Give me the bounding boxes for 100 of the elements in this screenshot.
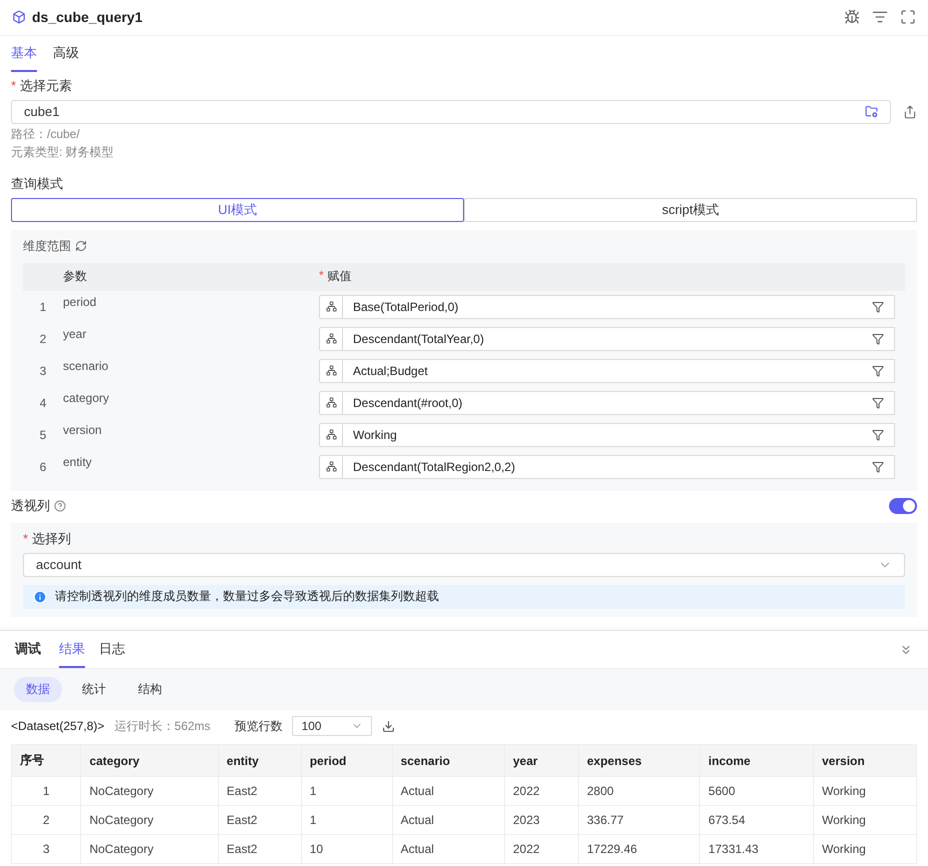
field-label: 透视列 [11,498,50,514]
column-header: expenses [578,744,700,776]
table-cell: 5600 [700,776,814,806]
fullscreen-icon[interactable] [900,9,916,26]
table-cell: 2022 [504,834,578,864]
dataset-label: <Dataset(257,8)> [11,719,104,733]
mode-option[interactable]: UI模式 [11,198,464,222]
mode-option[interactable]: script模式 [464,198,917,222]
column-header: scenario [392,744,504,776]
field-label: 查询模式 [11,176,63,192]
filter-icon[interactable] [872,396,884,409]
filter-icon[interactable] [872,300,884,313]
param-name: year [63,326,88,341]
table-cell: 2022 [504,776,578,806]
row-number: 3 [38,364,48,378]
param-name: version [63,422,103,437]
sub-tab[interactable]: 结构 [126,677,174,702]
row-number: 1 [38,300,48,314]
param-name: scenario [63,358,110,373]
member-button[interactable] [319,390,343,415]
table-cell: NoCategory [80,776,218,806]
table-cell: 10 [301,834,392,864]
table-cell: 1 [12,776,81,806]
section-title: 维度范围 [23,238,71,255]
param-name: entity [63,454,93,469]
table-cell: 17331.43 [700,834,814,864]
table-cell: 336.77 [578,806,700,834]
table-cell: NoCategory [80,806,218,834]
element-field[interactable]: cube1 [11,100,891,124]
table-cell: 2 [12,806,81,834]
member-button[interactable] [319,294,343,319]
table-cell: 2023 [504,806,578,834]
table-cell: 17229.46 [578,834,700,864]
hierarchy-icon [326,397,336,408]
table-cell: Working [814,776,916,806]
type-text: 元素类型: 财务模型 [11,144,115,160]
table-cell: East2 [218,776,302,806]
column-select[interactable]: account [23,552,905,577]
table-cell: 673.54 [700,806,814,834]
expression-field[interactable]: Actual;Budget [343,358,895,383]
hierarchy-icon [326,429,336,440]
filter-icon[interactable] [872,364,884,377]
member-button[interactable] [319,454,343,479]
required-mark: * [319,268,324,284]
member-button[interactable] [319,422,343,447]
help-icon[interactable] [54,500,66,512]
share-icon[interactable] [903,104,917,119]
column-header: entity [218,744,302,776]
preview-select[interactable]: 100 [292,716,372,736]
expression-field[interactable]: Working [343,422,895,447]
notice-text: 请控制透视列的维度成员数量，数量过多会导致透视后的数据集列数超载 [55,588,439,606]
hierarchy-icon [326,461,336,472]
required-mark: * [11,78,16,94]
table-cell: East2 [218,806,302,834]
column-header: version [814,744,916,776]
field-label: 选择元素 [20,78,72,94]
expression-field[interactable]: Descendant(TotalYear,0) [343,326,895,351]
filter-icon[interactable] [872,428,884,441]
hierarchy-icon [326,333,336,344]
expression-field[interactable]: Descendant(TotalRegion2,0,2) [343,454,895,479]
cube-icon [12,10,26,24]
table-cell: Actual [392,834,504,864]
param-name: category [63,390,110,405]
tab[interactable]: 高级 [53,36,79,72]
filter-icon[interactable] [872,460,884,473]
table-cell: Working [814,806,916,834]
column-header: income [700,744,814,776]
sub-tab[interactable]: 统计 [70,677,118,702]
required-mark: * [23,530,28,547]
column-header: period [301,744,392,776]
table-cell: 3 [12,834,81,864]
row-number: 6 [38,460,48,474]
tab[interactable]: 基本 [11,36,37,72]
param-name: period [63,294,98,309]
runtime-text: 运行时长：562ms [114,718,210,734]
table-cell: Working [814,834,916,864]
member-button[interactable] [319,358,343,383]
toggle-switch[interactable] [889,498,917,514]
member-button[interactable] [319,326,343,351]
preview-label: 预览行数 [234,718,282,734]
hierarchy-icon [326,365,336,376]
refresh-icon[interactable] [75,240,87,252]
table-cell: East2 [218,834,302,864]
bug-icon[interactable] [844,9,860,26]
column-header: year [504,744,578,776]
table-cell: NoCategory [80,834,218,864]
column-header: category [80,744,218,776]
download-icon[interactable] [382,720,396,732]
tab[interactable]: 调试 [15,631,41,668]
path-text: 路径：/cube/ [11,126,81,142]
folder-icon[interactable] [865,105,878,118]
row-number: 5 [38,428,48,442]
tab[interactable]: 日志 [99,631,125,668]
info-icon [33,590,47,604]
expression-field[interactable]: Descendant(#root,0) [343,390,895,415]
row-number: 2 [38,332,48,346]
sub-tab[interactable]: 数据 [14,677,62,702]
filter-icon[interactable] [872,332,884,345]
table-cell: 2800 [578,776,700,806]
expression-field[interactable]: Base(TotalPeriod,0) [343,294,895,319]
